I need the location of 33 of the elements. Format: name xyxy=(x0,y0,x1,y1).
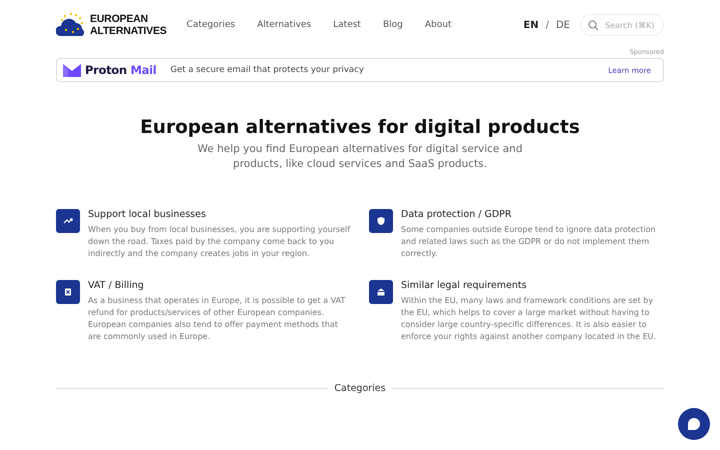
page-subtitle: We help you find European alternatives for digital service and products, like cloud services and SaaS products. xyxy=(196,142,524,172)
nav-link[interactable]: About xyxy=(424,20,452,30)
search-icon xyxy=(588,20,599,31)
page-title: European alternatives for digital products xyxy=(140,117,580,138)
feature-title: Data protection / GDPR xyxy=(401,209,512,221)
nav-link[interactable]: Latest xyxy=(333,20,361,30)
feature-text: Within the EU, many laws and framework conditions are set by the EU, which helps to cover a large market without having to consider large country-specific differences. It is also easier to enforce your rights against another company located in the EU. xyxy=(401,295,658,343)
sponsor-text: Get a secure email that protects your privacy xyxy=(170,65,364,75)
nav-link[interactable]: Alternatives xyxy=(257,20,312,30)
nav-link[interactable]: Blog xyxy=(382,20,403,30)
search-field[interactable]: Search (⌘K) xyxy=(580,14,664,36)
nav-link[interactable]: Categories xyxy=(186,20,236,30)
cloud-logo-icon xyxy=(56,12,86,38)
language-separator: / xyxy=(546,20,549,30)
language-link[interactable]: EN xyxy=(523,20,539,30)
shield-icon xyxy=(376,216,386,226)
trend-icon xyxy=(63,216,73,226)
bank-icon xyxy=(376,287,386,297)
feature-title: Similar legal requirements xyxy=(401,280,528,292)
envelope-logo-icon xyxy=(63,64,81,76)
receipt-icon xyxy=(63,287,73,297)
logo-text[interactable]: EUROPEAN xyxy=(90,13,167,25)
feature-text: When you buy from local businesses, you are supporting yourself down the road. Taxes paid by the company come back to you indirectly and the company creates jobs in your region. xyxy=(88,224,351,260)
brand-name: Proton Mail xyxy=(85,63,156,77)
feature-title: VAT / Billing xyxy=(88,280,145,292)
language-link[interactable]: DE xyxy=(556,20,570,30)
chat-bubble-icon xyxy=(688,418,700,430)
chat-button[interactable] xyxy=(678,408,710,440)
logo-text[interactable]: ALTERNATIVES xyxy=(90,25,167,37)
feature-text: As a business that operates in Europe, it is possible to get a VAT refund for products/services of other European companies. European companies also tend to offer payment methods that are commonly used in Europe. xyxy=(88,295,346,343)
feature-title: Support local businesses xyxy=(88,209,207,221)
section-heading: Categories xyxy=(334,383,386,394)
feature-text: Some companies outside Europe tend to ignore data protection and related laws such as the GDPR or do not implement them correctly. xyxy=(401,224,657,260)
